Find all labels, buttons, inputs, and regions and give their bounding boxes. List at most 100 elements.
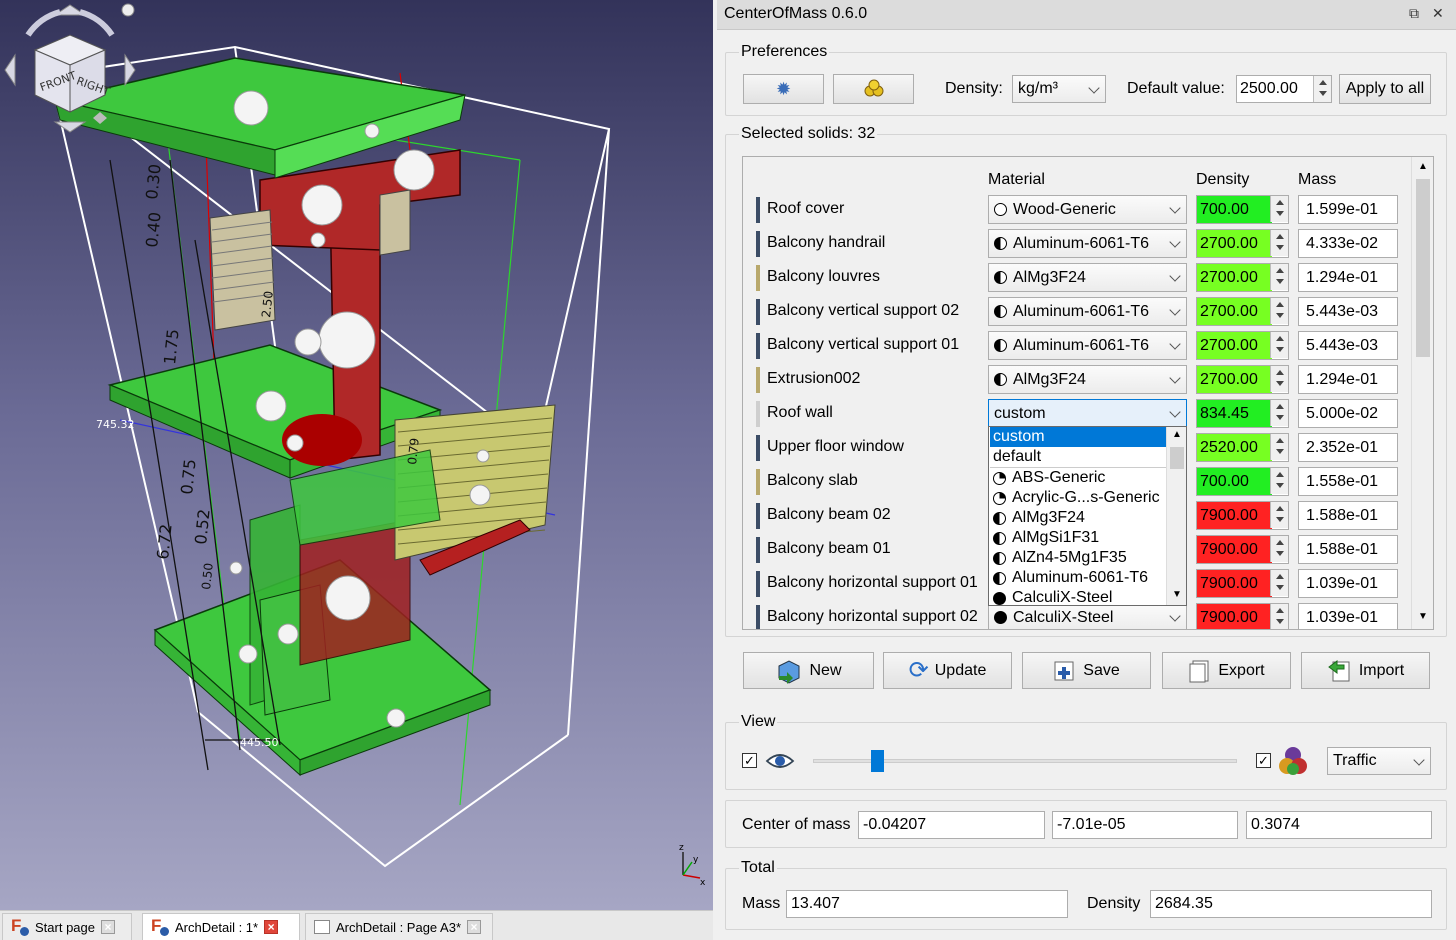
density-spinbox[interactable]: 7900.00 bbox=[1196, 535, 1289, 564]
show-checkbox[interactable]: ✓ bbox=[742, 753, 757, 768]
list-scrollbar[interactable]: ▲ ▼ bbox=[1411, 157, 1433, 629]
spin-arrows-icon[interactable] bbox=[1270, 604, 1288, 629]
chevron-up-icon[interactable]: ▲ bbox=[1418, 161, 1428, 172]
spin-arrows-icon[interactable] bbox=[1270, 570, 1288, 596]
solid-color-bar bbox=[756, 231, 760, 257]
density-spinbox[interactable]: 2700.00 bbox=[1196, 331, 1289, 360]
density-spinbox[interactable]: 2700.00 bbox=[1196, 297, 1289, 326]
dropdown-option[interactable]: default bbox=[990, 447, 1166, 467]
dim-label: 0.79 bbox=[405, 437, 422, 465]
density-unit-select[interactable]: kg/m³ bbox=[1012, 75, 1106, 103]
solid-color-bar bbox=[756, 605, 760, 629]
density-spinbox[interactable]: 7900.00 bbox=[1196, 603, 1289, 629]
close-icon[interactable]: × bbox=[264, 920, 279, 934]
density-spinbox[interactable]: 700.00 bbox=[1196, 467, 1289, 496]
density-spinbox[interactable]: 7900.00 bbox=[1196, 569, 1289, 598]
spin-arrows-icon[interactable] bbox=[1270, 366, 1288, 392]
total-mass-field[interactable]: 13.407 bbox=[786, 890, 1068, 918]
spin-arrows-icon[interactable] bbox=[1270, 196, 1288, 222]
import-button[interactable]: Import bbox=[1301, 652, 1430, 689]
material-icon bbox=[994, 237, 1007, 250]
material-select[interactable]: Aluminum-6061-T6 bbox=[988, 297, 1187, 326]
spin-arrows-icon[interactable] bbox=[1270, 332, 1288, 358]
mass-field: 5.443e-03 bbox=[1298, 331, 1398, 360]
total-density-field[interactable]: 2684.35 bbox=[1150, 890, 1432, 918]
dropdown-option[interactable]: ABS-Generic bbox=[990, 468, 1166, 488]
spin-arrows-icon[interactable] bbox=[1313, 76, 1331, 102]
spin-arrows-icon[interactable] bbox=[1270, 536, 1288, 562]
3d-viewport[interactable]: 0.40 0.30 1.75 0.52 0.75 6.72 0.50 2.50 … bbox=[0, 0, 713, 910]
tab-start-page[interactable]: Start page × bbox=[2, 913, 132, 940]
density-spinbox[interactable]: 834.45 bbox=[1196, 399, 1289, 428]
tab-archdetail[interactable]: ArchDetail : 1* × bbox=[142, 913, 300, 940]
density-spinbox[interactable]: 2700.00 bbox=[1196, 263, 1289, 292]
solid-row[interactable]: Balcony handrail Aluminum-6061-T6 2700.0… bbox=[743, 227, 1411, 261]
spin-arrows-icon[interactable] bbox=[1270, 434, 1288, 460]
dropdown-scrollbar-thumb[interactable] bbox=[1170, 447, 1184, 469]
material-select[interactable]: Aluminum-6061-T6 bbox=[988, 229, 1187, 258]
dropdown-option[interactable]: custom bbox=[990, 427, 1166, 447]
update-button[interactable]: ⟳ Update bbox=[883, 652, 1012, 689]
float-icon[interactable]: ⧉ bbox=[1409, 5, 1419, 22]
colorize-checkbox[interactable]: ✓ bbox=[1256, 753, 1271, 768]
solid-row[interactable]: Balcony vertical support 01 Aluminum-606… bbox=[743, 329, 1411, 363]
option-label: CalculiX-Steel bbox=[1012, 589, 1113, 606]
close-icon[interactable]: × bbox=[467, 920, 482, 934]
close-icon[interactable]: × bbox=[101, 920, 115, 934]
material-select[interactable]: Wood-Generic bbox=[988, 195, 1187, 224]
density-spinbox[interactable]: 2700.00 bbox=[1196, 365, 1289, 394]
chevron-down-icon[interactable]: ▼ bbox=[1418, 611, 1428, 622]
tab-archdetail-page[interactable]: ArchDetail : Page A3* × bbox=[305, 913, 493, 940]
density-spinbox[interactable]: 2700.00 bbox=[1196, 229, 1289, 258]
default-value-spinbox[interactable]: 2500.00 bbox=[1236, 75, 1332, 103]
dropdown-option[interactable]: Acrylic-G...s-Generic bbox=[990, 488, 1166, 508]
dropdown-option[interactable]: Aluminum-6061-T6 bbox=[990, 568, 1166, 588]
material-icon bbox=[994, 373, 1007, 386]
spin-arrows-icon[interactable] bbox=[1270, 230, 1288, 256]
dropdown-option[interactable]: CalculiX-Steel bbox=[990, 588, 1166, 606]
export-button[interactable]: Export bbox=[1162, 652, 1291, 689]
solid-row[interactable]: Balcony vertical support 02 Aluminum-606… bbox=[743, 295, 1411, 329]
solid-row[interactable]: Extrusion002 AlMg3F24 2700.00 1.294e-01 bbox=[743, 363, 1411, 397]
spin-arrows-icon[interactable] bbox=[1270, 264, 1288, 290]
material-value: AlMg3F24 bbox=[1013, 268, 1086, 286]
material-select[interactable]: Aluminum-6061-T6 bbox=[988, 331, 1187, 360]
dropdown-scrollbar[interactable]: ▲ ▼ bbox=[1166, 427, 1186, 605]
spin-arrows-icon[interactable] bbox=[1270, 400, 1288, 426]
com-y-field[interactable]: -7.01e-05 bbox=[1052, 811, 1238, 839]
material-dropdown-list[interactable]: custom default ABS-Generic Acrylic-G...s-Ge… bbox=[988, 426, 1187, 606]
material-select[interactable]: custom bbox=[988, 399, 1187, 428]
solid-row[interactable]: Roof cover Wood-Generic 700.00 1.599e-01 bbox=[743, 193, 1411, 227]
density-spinbox[interactable]: 7900.00 bbox=[1196, 501, 1289, 530]
material-select[interactable]: CalculiX-Steel bbox=[988, 603, 1187, 629]
scrollbar-thumb[interactable] bbox=[1416, 179, 1430, 357]
mass-field: 1.588e-01 bbox=[1298, 535, 1398, 564]
close-icon[interactable]: ✕ bbox=[1432, 5, 1444, 22]
colors-button[interactable] bbox=[833, 74, 914, 104]
transparency-slider-handle[interactable] bbox=[870, 750, 884, 772]
save-button[interactable]: Save bbox=[1022, 652, 1151, 689]
chevron-down-icon[interactable]: ▼ bbox=[1172, 589, 1182, 600]
material-select[interactable]: AlMg3F24 bbox=[988, 263, 1187, 292]
density-spinbox[interactable]: 2520.00 bbox=[1196, 433, 1289, 462]
dropdown-option[interactable]: AlMg3F24 bbox=[990, 508, 1166, 528]
solid-row[interactable]: Balcony louvres AlMg3F24 2700.00 1.294e-… bbox=[743, 261, 1411, 295]
mass-value: 1.039e-01 bbox=[1306, 608, 1379, 626]
new-button[interactable]: New bbox=[743, 652, 874, 689]
settings-button[interactable]: ✹ bbox=[743, 74, 824, 104]
com-z-field[interactable]: 0.3074 bbox=[1246, 811, 1432, 839]
com-x-field[interactable]: -0.04207 bbox=[858, 811, 1045, 839]
spin-arrows-icon[interactable] bbox=[1270, 502, 1288, 528]
navigation-cube[interactable]: FRONT RIGHT bbox=[0, 0, 140, 135]
dropdown-option[interactable]: AlZn4-5Mg1F35 bbox=[990, 548, 1166, 568]
chevron-up-icon[interactable]: ▲ bbox=[1172, 429, 1182, 440]
spin-arrows-icon[interactable] bbox=[1270, 468, 1288, 494]
dropdown-option[interactable]: AlMgSi1F31 bbox=[990, 528, 1166, 548]
save-label: Save bbox=[1083, 661, 1120, 679]
density-value: 7900.00 bbox=[1197, 604, 1272, 629]
material-select[interactable]: AlMg3F24 bbox=[988, 365, 1187, 394]
colormap-select[interactable]: Traffic bbox=[1327, 747, 1431, 775]
density-spinbox[interactable]: 700.00 bbox=[1196, 195, 1289, 224]
apply-to-all-button[interactable]: Apply to all bbox=[1339, 74, 1431, 104]
spin-arrows-icon[interactable] bbox=[1270, 298, 1288, 324]
